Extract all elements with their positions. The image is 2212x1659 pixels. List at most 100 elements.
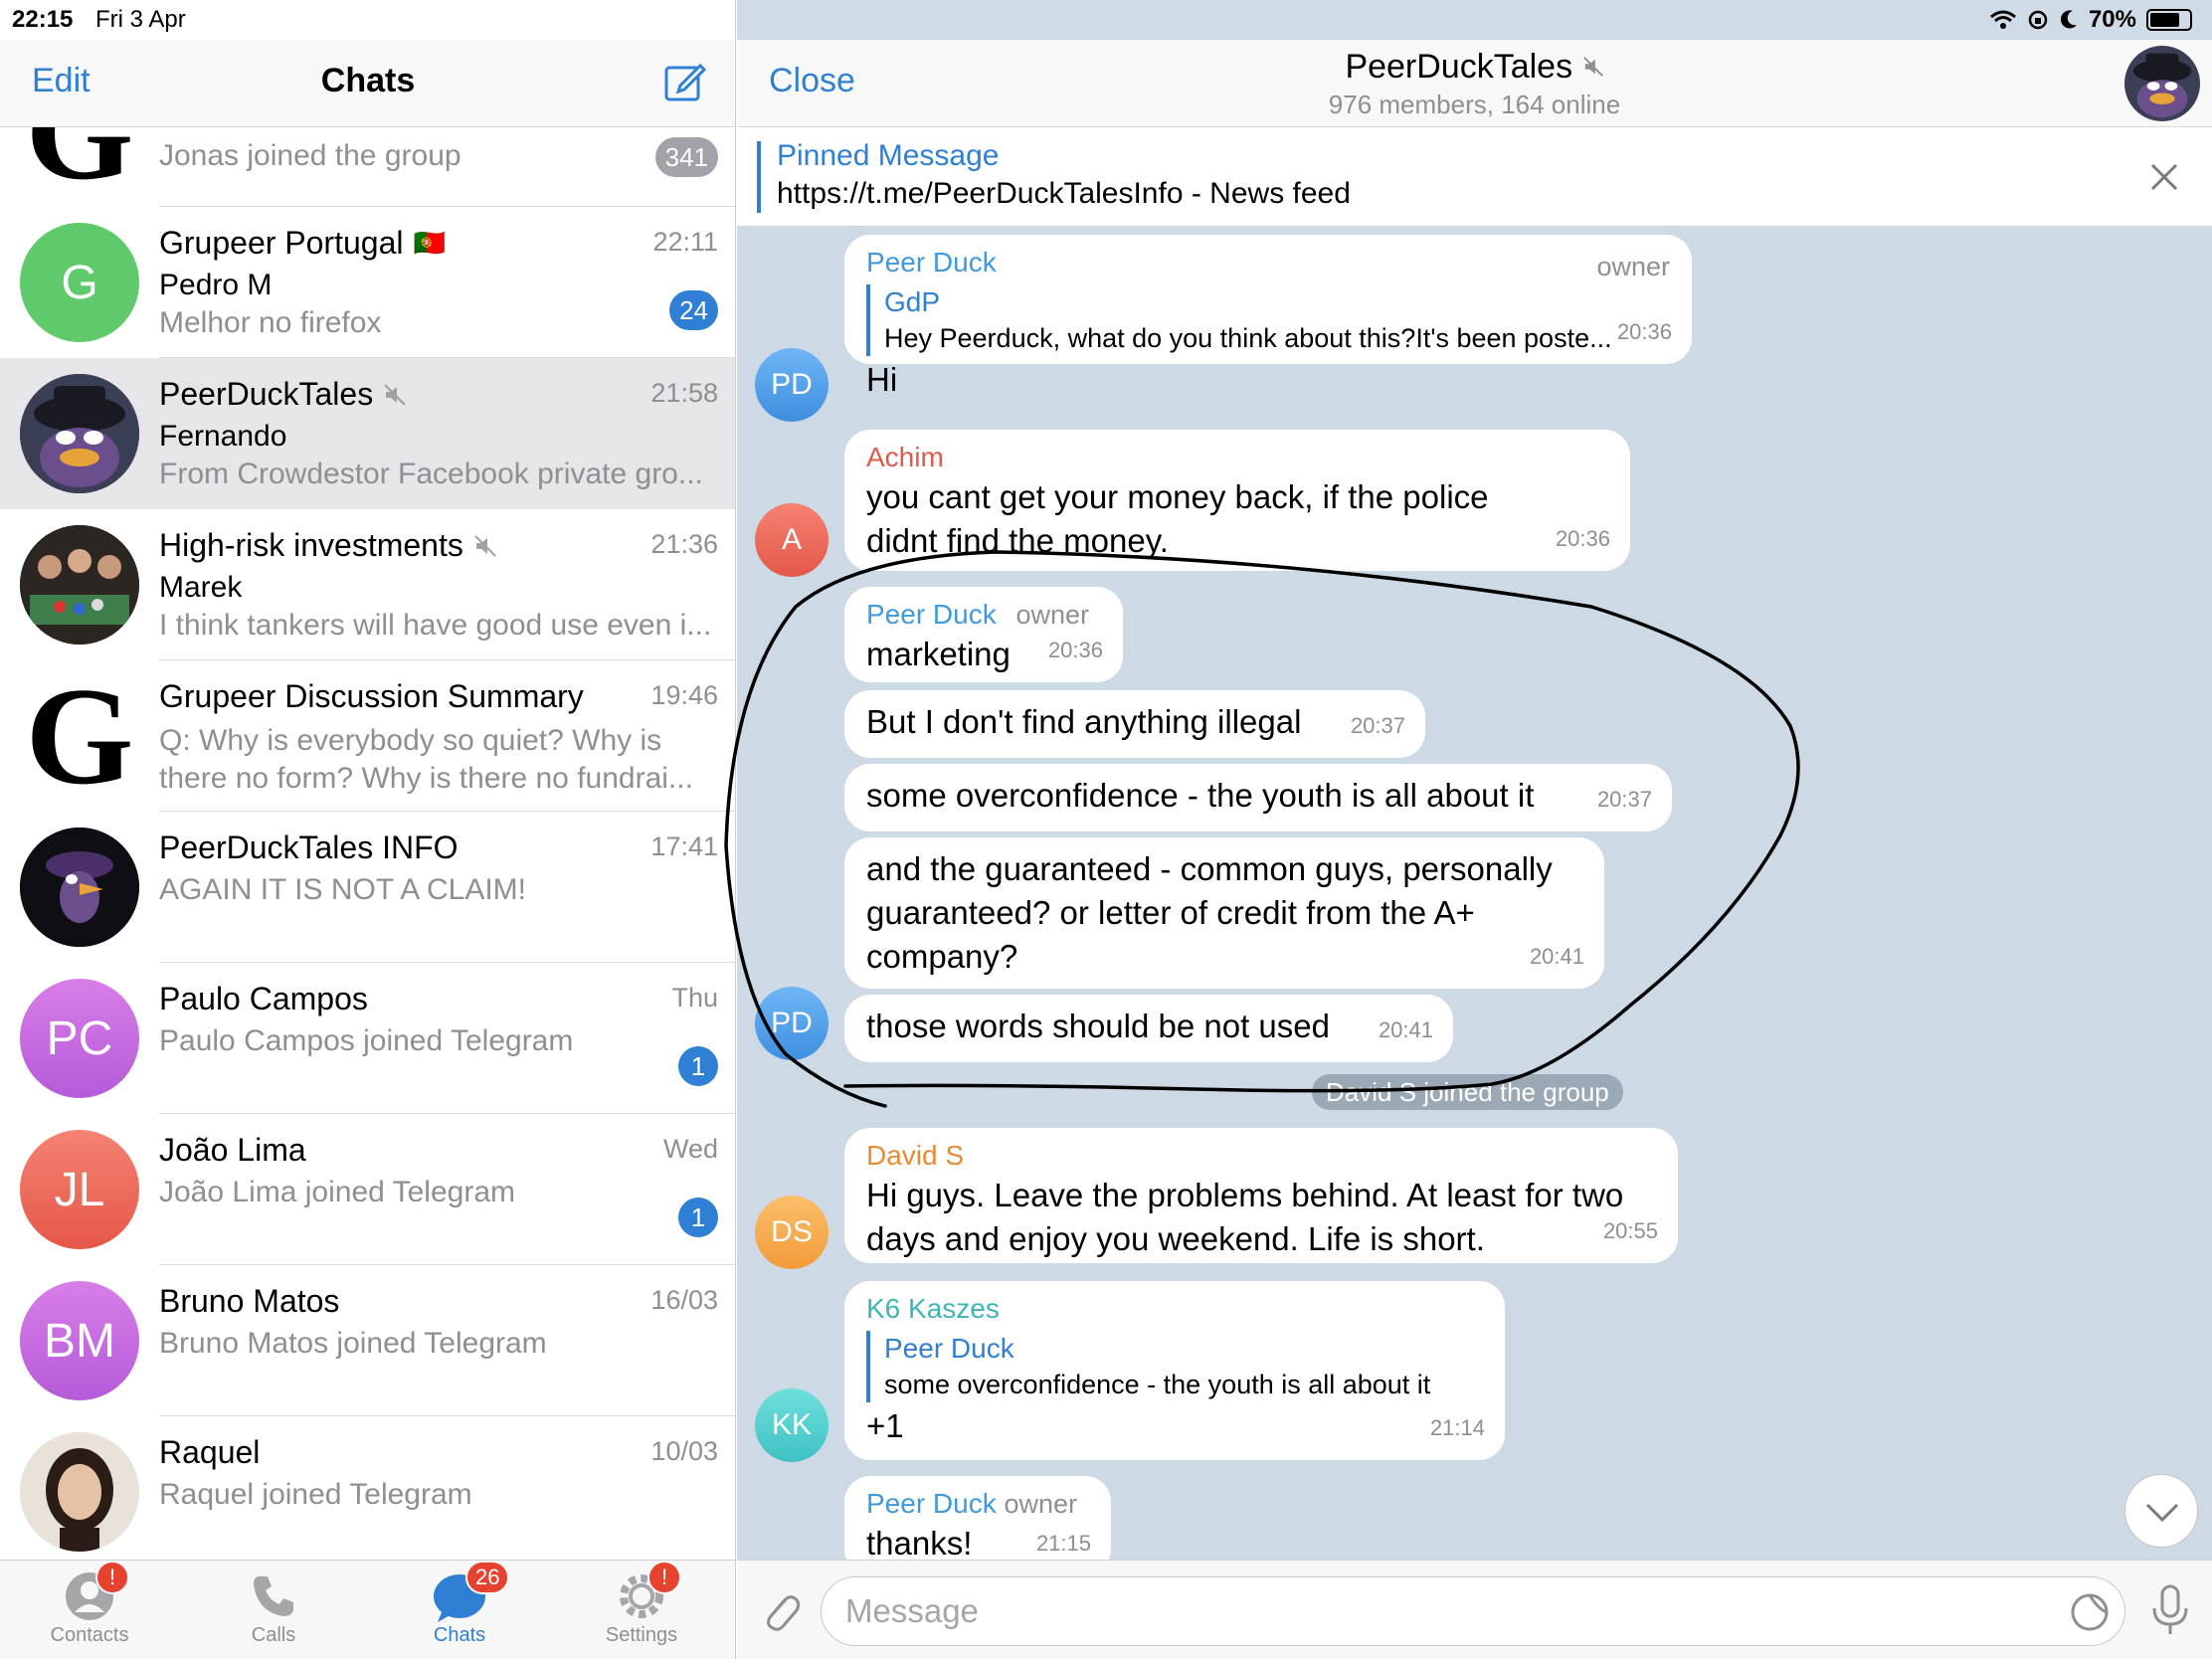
- chat-name-text: Grupeer Portugal: [159, 225, 404, 261]
- message-bubble[interactable]: Peer Duck owner GdP Hey Peerduck, what d…: [844, 235, 1692, 398]
- message-bubble[interactable]: K6 Kaszes Peer Duck some overconfidence …: [844, 1281, 1505, 1460]
- reply-name: GdP: [884, 286, 941, 317]
- message-text: some overconfidence - the youth is all a…: [866, 777, 1535, 814]
- reply-quote[interactable]: GdP Hey Peerduck, what do you think abou…: [866, 284, 1670, 356]
- tab-bar: ! Contacts Calls 26 Chats ! Settings: [0, 1560, 735, 1659]
- duck-info-avatar: [20, 828, 139, 947]
- message-sender: Peer Duck owner: [866, 1486, 1089, 1522]
- chat-row-paulo-campos[interactable]: PC Paulo Campos Thu Paulo Campos joined …: [0, 963, 735, 1114]
- chat-sender: Pedro M: [159, 269, 273, 301]
- message-sender-name: Peer Duck: [866, 1488, 997, 1519]
- chat-name: PeerDuckTales: [159, 376, 407, 413]
- phone-icon: [254, 1576, 293, 1616]
- message-sender: Peer Duck owner: [866, 597, 1101, 633]
- moon-icon: [2060, 10, 2077, 29]
- chat-sender: Fernando: [159, 420, 287, 453]
- pinned-text: https://t.me/PeerDuckTalesInfo - News fe…: [777, 177, 1351, 210]
- tab-settings[interactable]: ! Settings: [572, 1561, 711, 1647]
- duck-avatar: [20, 374, 139, 493]
- message-text: and the guaranteed - common guys, person…: [866, 850, 1553, 975]
- chat-sender: Marek: [159, 571, 243, 604]
- message-time: 20:36: [1555, 526, 1610, 551]
- microphone-icon[interactable]: [2148, 1582, 2192, 1638]
- message-time: 21:15: [1035, 1531, 1091, 1556]
- tab-label: Chats: [433, 1624, 486, 1646]
- chat-row-high-risk-investments[interactable]: High-risk investments 21:36 Marek I thin…: [0, 509, 735, 660]
- tab-badge: !: [647, 1561, 681, 1594]
- status-time: 22:15: [12, 6, 74, 33]
- pinned-label: Pinned Message: [777, 139, 1000, 172]
- chat-time: 22:11: [652, 227, 718, 257]
- chat-row-bruno-matos[interactable]: BM Bruno Matos 16/03 Bruno Matos joined …: [0, 1265, 735, 1416]
- conversation-title[interactable]: PeerDuckTales: [737, 48, 2212, 87]
- sticker-icon[interactable]: [2069, 1591, 2111, 1633]
- message-bubble[interactable]: But I don't find anything illegal 20:37: [844, 690, 1425, 758]
- chat-preview: From Crowdestor Facebook private gro...: [159, 458, 703, 490]
- message-field[interactable]: [821, 1576, 2125, 1646]
- message-time: 20:55: [1602, 1218, 1658, 1243]
- status-right: 70%: [1989, 6, 2192, 34]
- message-bubble[interactable]: Achim you cant get your money back, if t…: [844, 430, 1630, 571]
- pinned-message[interactable]: Pinned Message https://t.me/PeerDuckTale…: [737, 127, 2212, 227]
- avatar[interactable]: PD: [755, 987, 829, 1060]
- unread-badge: 24: [669, 290, 718, 330]
- chat-name: João Lima: [159, 1132, 306, 1169]
- chat-preview: João Lima joined Telegram: [159, 1176, 515, 1208]
- close-icon[interactable]: [2144, 157, 2184, 197]
- message-area: Peer Duck owner GdP Hey Peerduck, what d…: [737, 227, 2212, 1560]
- chat-row-grupeer-portugal[interactable]: G Grupeer Portugal 🇵🇹 22:11 Pedro M Melho…: [0, 207, 735, 358]
- message-bubble[interactable]: and the guaranteed - common guys, person…: [844, 837, 1604, 989]
- avatar[interactable]: PD: [755, 348, 829, 422]
- message-text: But I don't find anything illegal: [866, 703, 1302, 740]
- chevron-down-icon: [2145, 1503, 2179, 1523]
- reply-text: Hey Peerduck, what do you think about th…: [884, 323, 1612, 353]
- message-time: 20:37: [1596, 787, 1652, 812]
- message-time: 20:36: [1616, 319, 1672, 344]
- compose-icon[interactable]: [662, 60, 706, 103]
- message-text: +1: [866, 1407, 904, 1444]
- avatar: PC: [20, 979, 139, 1098]
- tab-contacts[interactable]: ! Contacts: [20, 1561, 159, 1647]
- chat-row-joao-lima[interactable]: JL João Lima Wed João Lima joined Telegr…: [0, 1114, 735, 1265]
- battery-percent: 70%: [2088, 6, 2136, 33]
- scroll-down-button[interactable]: [2124, 1474, 2198, 1548]
- chat-row-peerducktales-info[interactable]: PeerDuckTales INFO 17:41 AGAIN IT IS NOT…: [0, 812, 735, 963]
- group-avatar[interactable]: [2124, 46, 2200, 121]
- tab-calls[interactable]: Calls: [204, 1568, 343, 1647]
- message-bubble[interactable]: Peer Duck owner thanks! 21:15: [844, 1476, 1111, 1560]
- message-input[interactable]: [845, 1589, 2019, 1633]
- chat-preview: I think tankers will have good use even …: [159, 609, 712, 642]
- chat-name: Bruno Matos: [159, 1283, 339, 1320]
- message-bubble[interactable]: Peer Duck owner marketing 20:36: [844, 587, 1123, 682]
- chat-time: 19:46: [650, 680, 718, 710]
- chat-preview: Q: Why is everybody so quiet? Why is the…: [159, 724, 693, 795]
- message-bubble[interactable]: David S Hi guys. Leave the problems behi…: [844, 1128, 1678, 1263]
- message-bubble[interactable]: those words should be not used 20:41: [844, 995, 1453, 1062]
- group-photo-avatar: [20, 525, 139, 645]
- chat-time: 17:41: [650, 831, 718, 861]
- avatar[interactable]: DS: [755, 1196, 829, 1269]
- message-sender: Achim: [866, 442, 944, 472]
- paperclip-icon[interactable]: [757, 1588, 805, 1636]
- avatar[interactable]: A: [755, 503, 829, 577]
- message-sender: David S: [866, 1140, 965, 1171]
- avatar[interactable]: KK: [755, 1388, 829, 1462]
- chat-preview: AGAIN IT IS NOT A CLAIM!: [159, 873, 526, 906]
- chat-row-grupeer-discussion-summary[interactable]: G Grupeer Discussion Summary 19:46 Q: Wh…: [0, 660, 735, 812]
- chat-row[interactable]: G Jonas joined the group 341: [0, 127, 735, 207]
- chat-time: 21:36: [650, 529, 718, 559]
- avatar: G: [20, 223, 139, 342]
- chat-name: High-risk investments: [159, 527, 497, 564]
- reply-quote[interactable]: Peer Duck some overconfidence - the yout…: [866, 1331, 1483, 1402]
- chat-name-text: João Lima: [159, 1132, 306, 1168]
- chat-row-peerducktales[interactable]: PeerDuckTales 21:58 Fernando From Crowde…: [0, 358, 735, 509]
- message-bubble[interactable]: some overconfidence - the youth is all a…: [844, 764, 1672, 831]
- tab-label: Calls: [251, 1624, 296, 1646]
- portugal-flag-icon: 🇵🇹: [413, 228, 446, 258]
- tab-chats[interactable]: 26 Chats: [390, 1561, 529, 1647]
- unread-badge: 1: [678, 1198, 718, 1237]
- chat-row-raquel[interactable]: Raquel 10/03 Raquel joined Telegram: [0, 1416, 735, 1560]
- muted-icon: [1582, 57, 1603, 77]
- chat-name-text: Bruno Matos: [159, 1283, 340, 1319]
- chat-name-text: PeerDuckTales INFO: [159, 830, 459, 865]
